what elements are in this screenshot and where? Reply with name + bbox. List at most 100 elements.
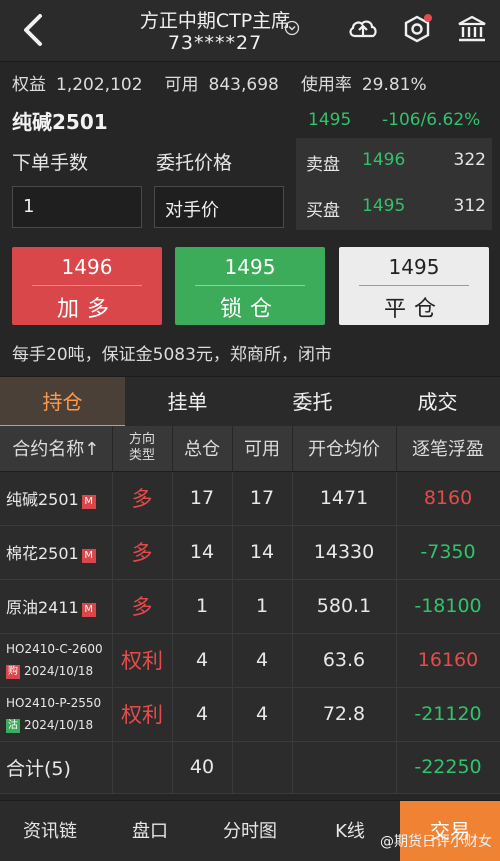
available-qty: 1 [232, 579, 293, 634]
account-summary: 权益 1,202,102 可用 843,698 使用率 29.81% [12, 70, 437, 95]
total-qty: 17 [172, 471, 233, 526]
contract-name: HO2410-P-2550 [6, 696, 102, 710]
close-position-label: 平仓 [383, 297, 444, 322]
button-divider [195, 285, 305, 286]
tab-orders[interactable]: 委托 [250, 377, 375, 427]
avg-price: 72.8 [292, 687, 397, 742]
col-contract[interactable]: 合约名称↑ [0, 426, 113, 472]
button-divider [359, 285, 469, 286]
equity-label: 权益 [12, 75, 46, 95]
put-badge: 沽 [6, 719, 20, 733]
available-qty: 4 [232, 687, 293, 742]
total-qty: 4 [172, 687, 233, 742]
close-position-price: 1495 [388, 255, 440, 279]
total-pnl: -22250 [396, 741, 500, 794]
top-bar: 方正中期CTP主席 73****27 [0, 0, 500, 62]
available-value: 843,698 [208, 75, 279, 95]
watermark: @期货日评小财女 [380, 834, 492, 850]
market-badge: M [81, 549, 96, 563]
bid-quote: 买盘 1495 312 [296, 184, 492, 230]
available-qty: 14 [232, 525, 293, 580]
direction: 多 [112, 471, 173, 526]
bank-icon[interactable] [456, 14, 488, 44]
position-tabs: 持仓 挂单 委托 成交 [0, 376, 500, 427]
tab-positions[interactable]: 持仓 [0, 377, 125, 427]
contract-name: HO2410-C-2600 [6, 642, 103, 656]
avg-price: 14330 [292, 525, 397, 580]
market-badge: M [81, 603, 96, 617]
ask-volume: 322 [453, 150, 486, 170]
table-row[interactable]: 棉花2501 M 多 14 14 14330 -7350 [0, 525, 500, 580]
total-qty: 14 [172, 525, 233, 580]
bid-volume: 312 [453, 196, 486, 216]
add-long-label: 加多 [56, 297, 117, 322]
float-pnl: -21120 [396, 687, 500, 742]
nav-intraday[interactable]: 分时图 [200, 801, 300, 861]
ask-quote: 卖盘 1496 322 [296, 138, 492, 184]
total-qty: 4 [172, 633, 233, 688]
cloud-upload-icon[interactable] [347, 14, 379, 44]
available-label: 可用 [164, 75, 199, 95]
col-direction-line2: 类型 [128, 448, 155, 464]
lock-position-button[interactable]: 1495 锁仓 [175, 247, 325, 325]
nav-news[interactable]: 资讯链 [0, 801, 100, 861]
table-row[interactable]: 纯碱2501 M 多 17 17 1471 8160 [0, 471, 500, 526]
tab-trades[interactable]: 成交 [375, 377, 500, 427]
ask-label: 卖盘 [306, 155, 340, 175]
total-qty-sum: 40 [172, 741, 233, 794]
instrument-symbol[interactable]: 纯碱2501 [12, 106, 108, 135]
equity-value: 1,202,102 [56, 75, 143, 95]
bid-price: 1495 [362, 196, 406, 216]
bottom-nav: 资讯链 盘口 分时图 K线 交易 @期货日评小财女 [0, 800, 500, 861]
col-avg-price[interactable]: 开仓均价 [292, 426, 397, 472]
quantity-label: 下单手数 [12, 152, 89, 174]
lock-position-label: 锁仓 [219, 297, 280, 322]
col-total[interactable]: 总仓 [172, 426, 233, 472]
table-row[interactable]: HO2410-C-2600 购 2024/10/18 权利 4 4 63.6 161… [0, 633, 500, 688]
col-float-pnl[interactable]: 逐笔浮盈 [396, 426, 500, 472]
table-header: 合约名称↑ 方向 类型 总仓 可用 开仓均价 逐笔浮盈 [0, 426, 500, 472]
price-change: -106/6.62% [382, 110, 481, 130]
close-position-button[interactable]: 1495 平仓 [339, 247, 489, 325]
float-pnl: -18100 [396, 579, 500, 634]
float-pnl: 8160 [396, 471, 500, 526]
bid-label: 买盘 [306, 201, 340, 221]
back-arrow-icon[interactable] [14, 12, 54, 48]
avg-price: 1471 [292, 471, 397, 526]
float-pnl: 16160 [396, 633, 500, 688]
float-pnl: -7350 [396, 525, 500, 580]
price-type-input[interactable]: 对手价 [154, 186, 284, 228]
contract-name: 纯碱2501 [6, 490, 79, 509]
ask-price: 1496 [362, 150, 406, 170]
col-direction[interactable]: 方向 类型 [112, 426, 173, 472]
total-row: 合计(5) 40 -22250 [0, 741, 500, 794]
add-long-button[interactable]: 1496 加多 [12, 247, 162, 325]
tab-pending[interactable]: 挂单 [125, 377, 250, 427]
total-qty: 1 [172, 579, 233, 634]
call-badge: 购 [6, 665, 20, 679]
direction: 多 [112, 525, 173, 580]
table-row[interactable]: 原油2411 M 多 1 1 580.1 -18100 [0, 579, 500, 634]
direction: 多 [112, 579, 173, 634]
settings-gear-icon[interactable] [401, 14, 433, 44]
direction: 权利 [112, 687, 173, 742]
table-row[interactable]: HO2410-P-2550 沽 2024/10/18 权利 4 4 72.8 -21… [0, 687, 500, 742]
nav-orderbook[interactable]: 盘口 [100, 801, 200, 861]
col-available[interactable]: 可用 [232, 426, 293, 472]
price-type-label: 委托价格 [156, 152, 233, 174]
lock-position-price: 1495 [224, 255, 276, 279]
quantity-input[interactable]: 1 [12, 186, 142, 228]
col-direction-line1: 方向 [128, 432, 155, 448]
direction: 权利 [112, 633, 173, 688]
button-divider [32, 285, 142, 286]
add-long-price: 1496 [61, 255, 113, 279]
chevron-down-icon[interactable] [284, 20, 300, 36]
last-price: 1495 [308, 110, 352, 130]
available-qty: 17 [232, 471, 293, 526]
avg-price: 580.1 [292, 579, 397, 634]
contract-name: 原油2411 [6, 598, 79, 617]
available-qty: 4 [232, 633, 293, 688]
expiry-date: 2024/10/18 [24, 718, 94, 732]
avg-price: 63.6 [292, 633, 397, 688]
usage-label: 使用率 [300, 75, 352, 95]
